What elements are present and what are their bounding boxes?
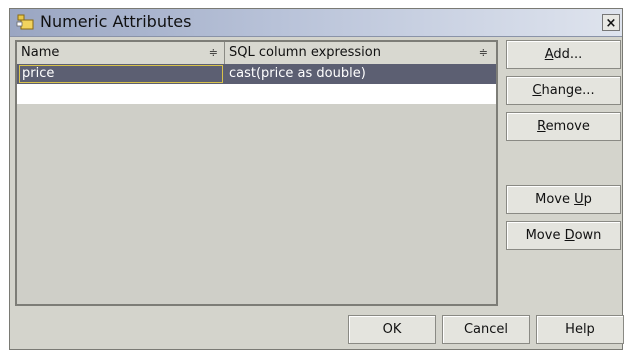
move-up-button[interactable]: Move Up xyxy=(506,185,621,214)
move-down-button[interactable]: Move Down xyxy=(506,221,621,250)
attributes-table[interactable]: Name ≑ SQL column expression ≑ price cas… xyxy=(15,40,498,306)
help-button[interactable]: Help xyxy=(536,315,624,344)
folder-attributes-icon xyxy=(16,13,36,31)
sort-icon: ≑ xyxy=(208,46,218,59)
table-header: Name ≑ SQL column expression ≑ xyxy=(17,42,496,65)
cell-sql-expression[interactable]: cast(price as double) xyxy=(229,64,366,84)
add-button[interactable]: Add... xyxy=(506,40,621,69)
table-row-empty xyxy=(17,84,496,104)
close-icon: × xyxy=(605,16,617,31)
change-button[interactable]: Change... xyxy=(506,76,621,105)
sort-icon: ≑ xyxy=(478,46,488,59)
remove-button[interactable]: Remove xyxy=(506,112,621,141)
title-bar[interactable]: Numeric Attributes × xyxy=(10,9,622,37)
table-row[interactable]: price cast(price as double) xyxy=(17,64,496,84)
column-header-sql-expression[interactable]: SQL column expression ≑ xyxy=(225,42,494,64)
numeric-attributes-dialog: Numeric Attributes × Name ≑ SQL column e… xyxy=(9,8,624,350)
close-button[interactable]: × xyxy=(602,14,620,31)
ok-button[interactable]: OK xyxy=(348,315,436,344)
cancel-button[interactable]: Cancel xyxy=(442,315,530,344)
dialog-title: Numeric Attributes xyxy=(40,12,192,31)
column-header-name[interactable]: Name ≑ xyxy=(17,42,225,64)
cell-name[interactable]: price xyxy=(19,65,223,83)
